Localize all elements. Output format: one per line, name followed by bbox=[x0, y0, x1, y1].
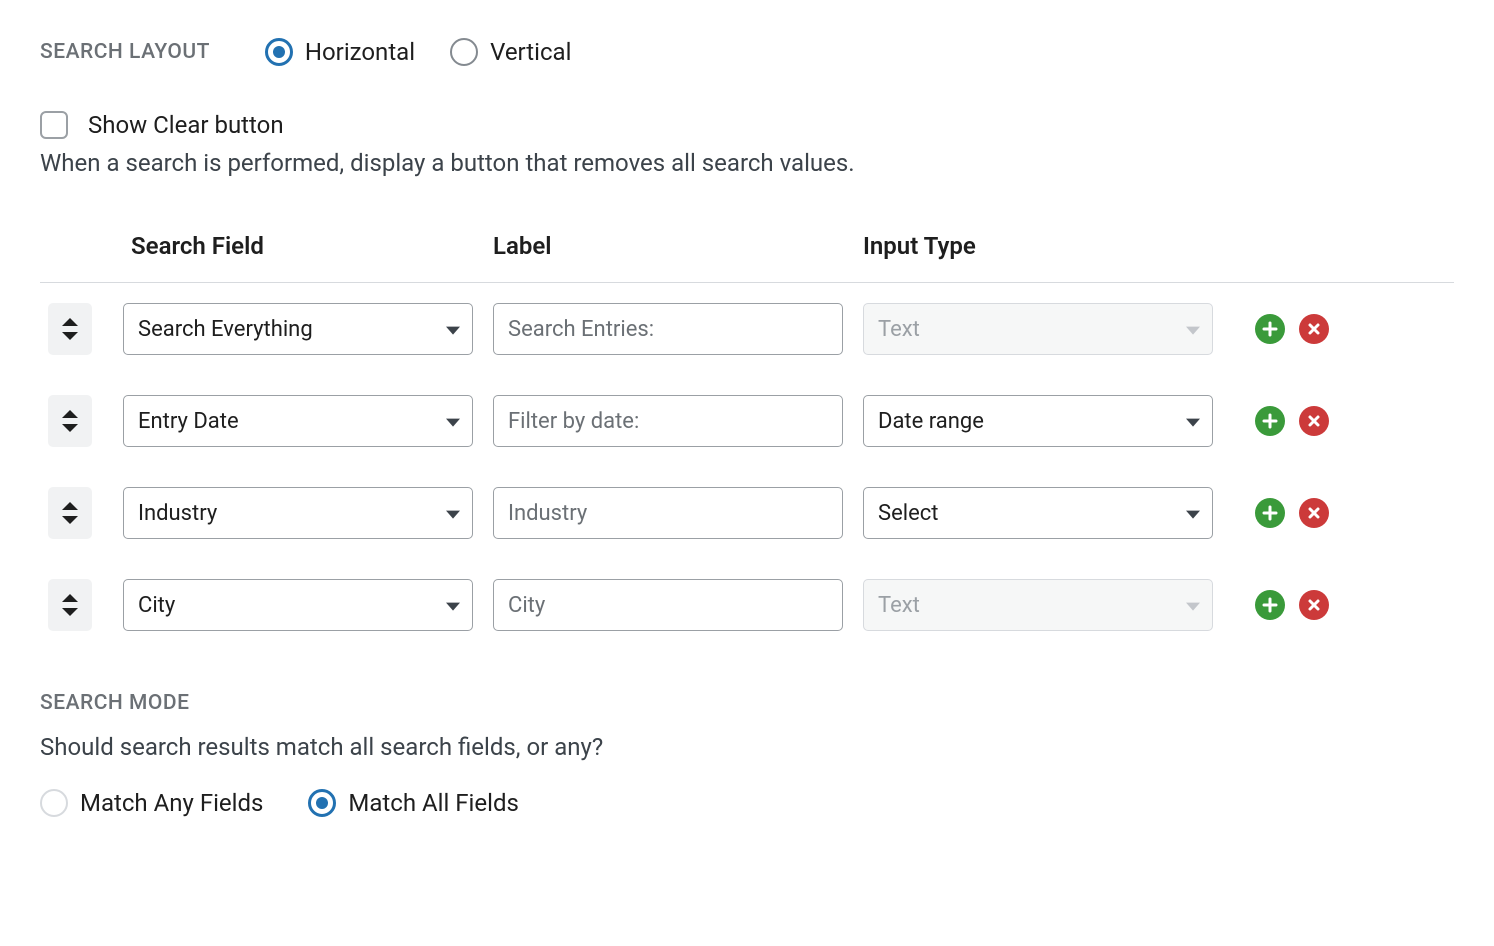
col-header-type: Input Type bbox=[855, 232, 1225, 283]
col-header-field: Search Field bbox=[115, 232, 485, 283]
row-actions bbox=[1233, 590, 1446, 620]
label-input[interactable]: City bbox=[493, 579, 843, 631]
radio-icon bbox=[308, 789, 336, 817]
radio-icon bbox=[450, 38, 478, 66]
mode-radio-all[interactable]: Match All Fields bbox=[308, 789, 518, 817]
search-field-select[interactable]: Search Everything bbox=[123, 303, 473, 355]
select-value: Search Everything bbox=[138, 317, 313, 342]
select-value: Entry Date bbox=[138, 409, 239, 434]
sort-icon bbox=[62, 318, 78, 340]
input-value: City bbox=[508, 593, 545, 618]
search-field-select[interactable]: Industry bbox=[123, 487, 473, 539]
select-value: City bbox=[138, 593, 175, 618]
add-row-button[interactable] bbox=[1255, 590, 1285, 620]
chevron-down-icon bbox=[1186, 419, 1200, 427]
drag-handle[interactable] bbox=[48, 487, 92, 539]
row-actions bbox=[1233, 498, 1446, 528]
select-value: Text bbox=[878, 593, 920, 618]
drag-handle[interactable] bbox=[48, 303, 92, 355]
select-value: Industry bbox=[138, 501, 217, 526]
input-value: Filter by date: bbox=[508, 409, 639, 434]
input-type-select: Text bbox=[863, 303, 1213, 355]
layout-radio-horizontal[interactable]: Horizontal bbox=[265, 38, 415, 66]
label-input[interactable]: Search Entries: bbox=[493, 303, 843, 355]
chevron-down-icon bbox=[1186, 603, 1200, 611]
sort-icon bbox=[62, 502, 78, 524]
search-mode-section: SEARCH MODE Should search results match … bbox=[40, 691, 1454, 817]
radio-label: Vertical bbox=[490, 38, 571, 66]
chevron-down-icon bbox=[1186, 511, 1200, 519]
search-field-select[interactable]: Entry Date bbox=[123, 395, 473, 447]
search-layout-heading: SEARCH LAYOUT bbox=[40, 40, 210, 64]
show-clear-help: When a search is performed, display a bu… bbox=[40, 149, 1454, 177]
remove-row-button[interactable] bbox=[1299, 590, 1329, 620]
add-row-button[interactable] bbox=[1255, 498, 1285, 528]
sort-icon bbox=[62, 410, 78, 432]
chevron-down-icon bbox=[1186, 327, 1200, 335]
table-row: City City Text bbox=[40, 559, 1454, 651]
remove-row-button[interactable] bbox=[1299, 314, 1329, 344]
select-value: Text bbox=[878, 317, 920, 342]
chevron-down-icon bbox=[446, 511, 460, 519]
chevron-down-icon bbox=[446, 419, 460, 427]
remove-row-button[interactable] bbox=[1299, 406, 1329, 436]
search-layout-row: SEARCH LAYOUT Horizontal Vertical bbox=[40, 38, 1454, 66]
add-row-button[interactable] bbox=[1255, 314, 1285, 344]
search-mode-heading: SEARCH MODE bbox=[40, 691, 1454, 715]
input-value: Industry bbox=[508, 501, 587, 526]
row-actions bbox=[1233, 406, 1446, 436]
search-fields-table: Search Field Label Input Type Search Eve… bbox=[40, 232, 1454, 651]
show-clear-row: Show Clear button bbox=[40, 111, 1454, 139]
table-row: Search Everything Search Entries: Text bbox=[40, 283, 1454, 376]
mode-radio-any[interactable]: Match Any Fields bbox=[40, 789, 263, 817]
input-type-select: Text bbox=[863, 579, 1213, 631]
show-clear-label: Show Clear button bbox=[88, 111, 284, 139]
col-header-label: Label bbox=[485, 232, 855, 283]
input-type-select[interactable]: Select bbox=[863, 487, 1213, 539]
drag-handle[interactable] bbox=[48, 395, 92, 447]
sort-icon bbox=[62, 594, 78, 616]
input-type-select[interactable]: Date range bbox=[863, 395, 1213, 447]
layout-radio-group: Horizontal Vertical bbox=[265, 38, 572, 66]
select-value: Select bbox=[878, 501, 938, 526]
radio-icon bbox=[265, 38, 293, 66]
show-clear-checkbox[interactable] bbox=[40, 111, 68, 139]
row-actions bbox=[1233, 314, 1446, 344]
search-mode-help: Should search results match all search f… bbox=[40, 733, 1454, 761]
input-value: Search Entries: bbox=[508, 317, 654, 342]
select-value: Date range bbox=[878, 409, 984, 434]
chevron-down-icon bbox=[446, 327, 460, 335]
search-field-select[interactable]: City bbox=[123, 579, 473, 631]
drag-handle[interactable] bbox=[48, 579, 92, 631]
radio-icon bbox=[40, 789, 68, 817]
label-input[interactable]: Industry bbox=[493, 487, 843, 539]
radio-label: Match All Fields bbox=[348, 789, 518, 817]
table-row: Entry Date Filter by date: Date range bbox=[40, 375, 1454, 467]
remove-row-button[interactable] bbox=[1299, 498, 1329, 528]
layout-radio-vertical[interactable]: Vertical bbox=[450, 38, 571, 66]
chevron-down-icon bbox=[446, 603, 460, 611]
radio-label: Match Any Fields bbox=[80, 789, 263, 817]
radio-label: Horizontal bbox=[305, 38, 415, 66]
mode-radio-group: Match Any Fields Match All Fields bbox=[40, 789, 1454, 817]
label-input[interactable]: Filter by date: bbox=[493, 395, 843, 447]
add-row-button[interactable] bbox=[1255, 406, 1285, 436]
table-row: Industry Industry Select bbox=[40, 467, 1454, 559]
